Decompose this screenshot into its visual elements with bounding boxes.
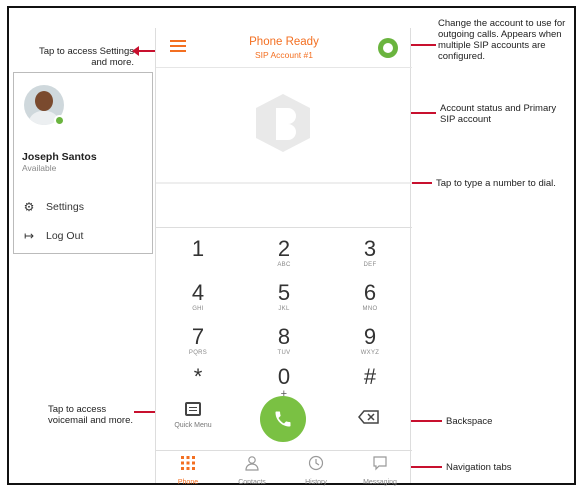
key-letters: MNO [362, 306, 378, 312]
contacts-icon [245, 456, 259, 471]
user-name: Joseph Santos [22, 151, 97, 163]
logo-area [156, 68, 412, 184]
key-letters: JKL [278, 306, 290, 312]
tab-label: Contacts [238, 479, 266, 486]
callout-settings: Tap to access Settings and more. [38, 46, 134, 68]
drawer-item-logout[interactable]: ↦ Log Out [22, 229, 83, 243]
key-digit: 2 [277, 236, 291, 261]
key-digit: 4 [191, 280, 205, 305]
account-switch-icon[interactable] [378, 38, 398, 58]
chat-icon [373, 456, 387, 471]
tab-messaging[interactable]: Messaging [348, 455, 412, 486]
tab-label: Phone [177, 479, 199, 486]
drawer-item-label: Log Out [46, 230, 84, 242]
quick-menu-button[interactable]: Quick Menu [172, 402, 214, 436]
tab-contacts[interactable]: Contacts [220, 455, 284, 486]
key-digit: # [363, 364, 377, 389]
callout-account-switch: Change the account to use for outgoing c… [438, 18, 566, 62]
key-digit: 7 [191, 324, 205, 349]
tab-phone[interactable]: Phone [156, 455, 220, 486]
logout-icon: ↦ [23, 229, 35, 243]
key-letters: PQRS [188, 350, 208, 356]
key-digit: 9 [363, 324, 377, 349]
top-bar: Phone Ready SIP Account #1 [156, 28, 412, 68]
callout-voicemail: Tap to access voicemail and more. [48, 404, 134, 426]
key-letters: TUV [277, 350, 291, 356]
key-digit: 3 [363, 236, 377, 261]
drawer-item-label: Settings [46, 201, 84, 213]
keypad-icon [181, 456, 195, 470]
key-letters: WXYZ [360, 350, 380, 356]
clock-icon [308, 455, 324, 471]
key-digit: 6 [363, 280, 377, 305]
tab-history[interactable]: History [284, 455, 348, 486]
quick-menu-icon [185, 402, 201, 416]
gear-icon: ⚙ [23, 200, 35, 214]
keypad-key[interactable]: 4 GHI [168, 280, 228, 326]
phone-status-title: Phone Ready [249, 36, 319, 48]
sip-account-label: SIP Account #1 [255, 50, 313, 60]
key-letters: DEF [363, 262, 377, 268]
drawer-item-settings[interactable]: ⚙ Settings [22, 200, 84, 214]
key-digit: 0 [277, 364, 291, 389]
user-status: Available [22, 163, 57, 173]
phone-app: Phone Ready SIP Account #1 1 2 ABC 3 DEF 4 GHI… [155, 28, 412, 486]
key-letters: GHI [192, 306, 204, 312]
bria-logo-icon [256, 94, 310, 152]
side-drawer: Joseph Santos Available ⚙ Settings ↦ Log… [13, 72, 153, 254]
key-digit: 8 [277, 324, 291, 349]
dial-number-input[interactable] [156, 186, 412, 228]
callout-account-status: Account status and Primary SIP account [440, 103, 557, 125]
presence-available-icon [54, 115, 65, 126]
keypad-key[interactable]: 1 [168, 236, 228, 282]
keypad-key[interactable]: 3 DEF [340, 236, 400, 282]
keypad-key[interactable]: 2 ABC [254, 236, 314, 282]
keypad-key[interactable]: 5 JKL [254, 280, 314, 326]
navigation-tabs: Phone Contacts History Messaging [156, 450, 412, 486]
key-digit: 5 [277, 280, 291, 305]
tab-label: History [305, 479, 327, 486]
tab-label: Messaging [363, 479, 397, 486]
key-digit: * [193, 364, 203, 389]
keypad-key[interactable]: # [340, 364, 400, 410]
phone-icon [275, 411, 291, 427]
backspace-icon[interactable] [358, 410, 380, 424]
callout-dial: Tap to type a number to dial. [436, 178, 556, 189]
quick-menu-label: Quick Menu [174, 422, 212, 429]
callout-nav: Navigation tabs [446, 462, 512, 473]
callout-backspace: Backspace [446, 416, 493, 427]
key-letters: ABC [277, 262, 291, 268]
keypad-key[interactable]: 6 MNO [340, 280, 400, 326]
key-digit: 1 [191, 236, 205, 261]
call-button[interactable] [260, 396, 306, 442]
